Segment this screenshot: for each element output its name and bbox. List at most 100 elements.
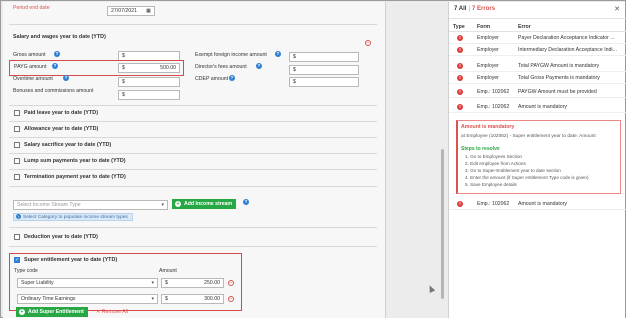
salary-sacrifice-checkbox[interactable] xyxy=(14,142,20,148)
error-row[interactable]: ! Emp.: 102062 Amount is mandatory xyxy=(449,198,626,210)
error-icon: ! xyxy=(457,75,463,81)
help-icon[interactable]: ? xyxy=(256,63,262,69)
salary-sacrifice-label: Salary sacrifice year to date (YTD) xyxy=(24,142,112,148)
super-amount-value: 250.00 xyxy=(204,280,220,286)
bonuses-input[interactable]: $ xyxy=(118,90,180,100)
collapse-salary-icon[interactable]: − xyxy=(365,40,371,46)
remove-all-link[interactable]: ✕ Remove All xyxy=(96,309,128,315)
divider xyxy=(9,121,377,122)
deduction-label: Deduction year to date (YTD) xyxy=(24,234,98,240)
calendar-icon[interactable]: ▦ xyxy=(146,7,151,15)
payg-amount-value: 500.00 xyxy=(160,65,176,71)
amount-label: Amount xyxy=(159,268,177,274)
error-detail-card: Amount is mandatory at Employee (102062)… xyxy=(456,120,621,194)
error-row[interactable]: ! Employer Payer Declaration Acceptance … xyxy=(449,32,626,44)
error-icon: ! xyxy=(457,89,463,95)
divider xyxy=(9,153,377,154)
error-icon: ! xyxy=(457,47,463,53)
termination-checkbox[interactable] xyxy=(14,174,20,180)
step-item: 4. Enter the amount (if Super entitlemen… xyxy=(465,175,589,180)
allowance-checkbox[interactable] xyxy=(14,126,20,132)
period-end-input[interactable]: 27/07/2021 ▦ xyxy=(107,6,155,16)
cdep-input[interactable]: $ xyxy=(289,77,359,87)
error-row[interactable]: ! Employer Total Gross Payments is manda… xyxy=(449,72,626,84)
divider xyxy=(9,186,377,187)
error-row-selected[interactable]: ! Emp.: 102062 Amount is mandatory xyxy=(449,101,626,113)
error-row[interactable]: ! Employer Total PAYGW Amount is mandato… xyxy=(449,60,626,72)
step-item: 3. Go to Super-Entitlement year to date … xyxy=(465,168,561,173)
step-item: 2. Edit employee from Actions xyxy=(465,161,526,166)
payg-amount-label: PAYG amount xyxy=(14,64,47,70)
help-icon[interactable]: ? xyxy=(229,75,235,81)
divider xyxy=(9,246,377,247)
chevron-down-icon: ▾ xyxy=(151,280,154,286)
overtime-amount-input[interactable]: $ xyxy=(118,77,180,87)
error-icon: ! xyxy=(457,35,463,41)
super-type-select-1[interactable]: Super Liability ▾ xyxy=(17,278,158,288)
steps-title: Steps to resolve xyxy=(461,146,500,152)
divider xyxy=(9,227,377,228)
add-income-stream-button[interactable]: + Add Income stream xyxy=(172,199,237,209)
remove-row-icon[interactable]: − xyxy=(228,296,234,302)
income-stream-placeholder: Select Income Stream Type xyxy=(17,202,81,208)
termination-label: Termination payment year to date (YTD) xyxy=(24,174,126,180)
super-amount-input-1[interactable]: $ 250.00 xyxy=(161,278,224,288)
bonuses-label: Bonuses and commissions amount xyxy=(13,88,94,94)
error-icon: ! xyxy=(457,63,463,69)
error-detail-location: at Employee (102062) - Super entitlement… xyxy=(461,134,596,139)
plus-icon: + xyxy=(19,309,25,315)
error-icon: ! xyxy=(457,104,463,110)
scrollbar[interactable] xyxy=(441,149,444,299)
help-icon[interactable]: ? xyxy=(243,199,249,205)
help-icon[interactable]: ? xyxy=(63,75,69,81)
info-icon: i xyxy=(16,214,21,219)
period-end-label: Period end date xyxy=(13,5,50,11)
error-row[interactable]: ! Employer Intermediary Declaration Acce… xyxy=(449,44,626,56)
super-amount-input-2[interactable]: $ 300.00 xyxy=(161,294,224,304)
remove-row-icon[interactable]: − xyxy=(228,280,234,286)
period-end-value: 27/07/2021 xyxy=(111,8,137,14)
directors-fees-input[interactable]: $ xyxy=(289,65,359,75)
filter-errors-tab[interactable]: 7 Errors xyxy=(472,6,495,12)
super-entitlement-title: Super entitlement year to date (YTD) xyxy=(24,257,118,263)
errors-header: 7 All | 7 Errors xyxy=(454,6,496,12)
help-icon[interactable]: ? xyxy=(54,51,60,57)
chevron-down-icon: ▾ xyxy=(161,202,164,208)
step-item: 1. Go to Employees Section xyxy=(465,154,522,159)
col-form-header: Form xyxy=(477,24,490,30)
divider xyxy=(9,24,377,25)
app-frame: Period end date 27/07/2021 ▦ Salary and … xyxy=(0,0,626,318)
help-icon[interactable]: ? xyxy=(275,51,281,57)
exempt-foreign-label: Exempt foreign income amount xyxy=(195,52,267,58)
payg-amount-input[interactable]: $ 500.00 xyxy=(118,63,180,73)
close-icon[interactable]: ✕ xyxy=(614,5,620,13)
overtime-amount-label: Overtime amount xyxy=(13,76,53,82)
payroll-form: Period end date 27/07/2021 ▦ Salary and … xyxy=(3,2,386,318)
divider xyxy=(9,137,377,138)
help-icon[interactable]: ? xyxy=(52,63,58,69)
salary-section-title: Salary and wages year to date (YTD) xyxy=(13,34,106,40)
super-amount-value: 300.00 xyxy=(204,296,220,302)
income-stream-hint: i Select Category to populate income stre… xyxy=(13,213,133,221)
paid-leave-label: Paid leave year to date (YTD) xyxy=(24,110,98,116)
error-detail-title: Amount is mandatory xyxy=(461,124,515,130)
type-code-label: Type code xyxy=(14,268,38,274)
super-type-value: Super Liability xyxy=(21,280,54,286)
paid-leave-checkbox[interactable] xyxy=(14,110,20,116)
lump-sum-label: Lump sum payments year to date (YTD) xyxy=(24,158,126,164)
filter-all-tab[interactable]: 7 All xyxy=(454,6,466,12)
gross-amount-label: Gross amount xyxy=(13,52,46,58)
add-super-entitlement-button[interactable]: + Add Super Entitlement xyxy=(16,307,88,317)
error-icon: ! xyxy=(457,201,463,207)
cdep-label: CDEP amount xyxy=(195,76,229,82)
income-stream-select[interactable]: Select Income Stream Type ▾ xyxy=(13,200,168,210)
col-error-header: Error xyxy=(518,24,531,30)
super-entitlement-checkbox[interactable]: ✓ xyxy=(14,257,20,263)
splitter-area xyxy=(386,2,448,318)
error-row[interactable]: ! Emp.: 102062 PAYGW Amount must be prov… xyxy=(449,86,626,98)
lump-sum-checkbox[interactable] xyxy=(14,158,20,164)
deduction-checkbox[interactable] xyxy=(14,234,20,240)
exempt-foreign-input[interactable]: $ xyxy=(289,52,359,62)
allowance-label: Allowance year to date (YTD) xyxy=(24,126,99,132)
super-type-select-2[interactable]: Ordinary Time Earnings ▾ xyxy=(17,294,158,304)
